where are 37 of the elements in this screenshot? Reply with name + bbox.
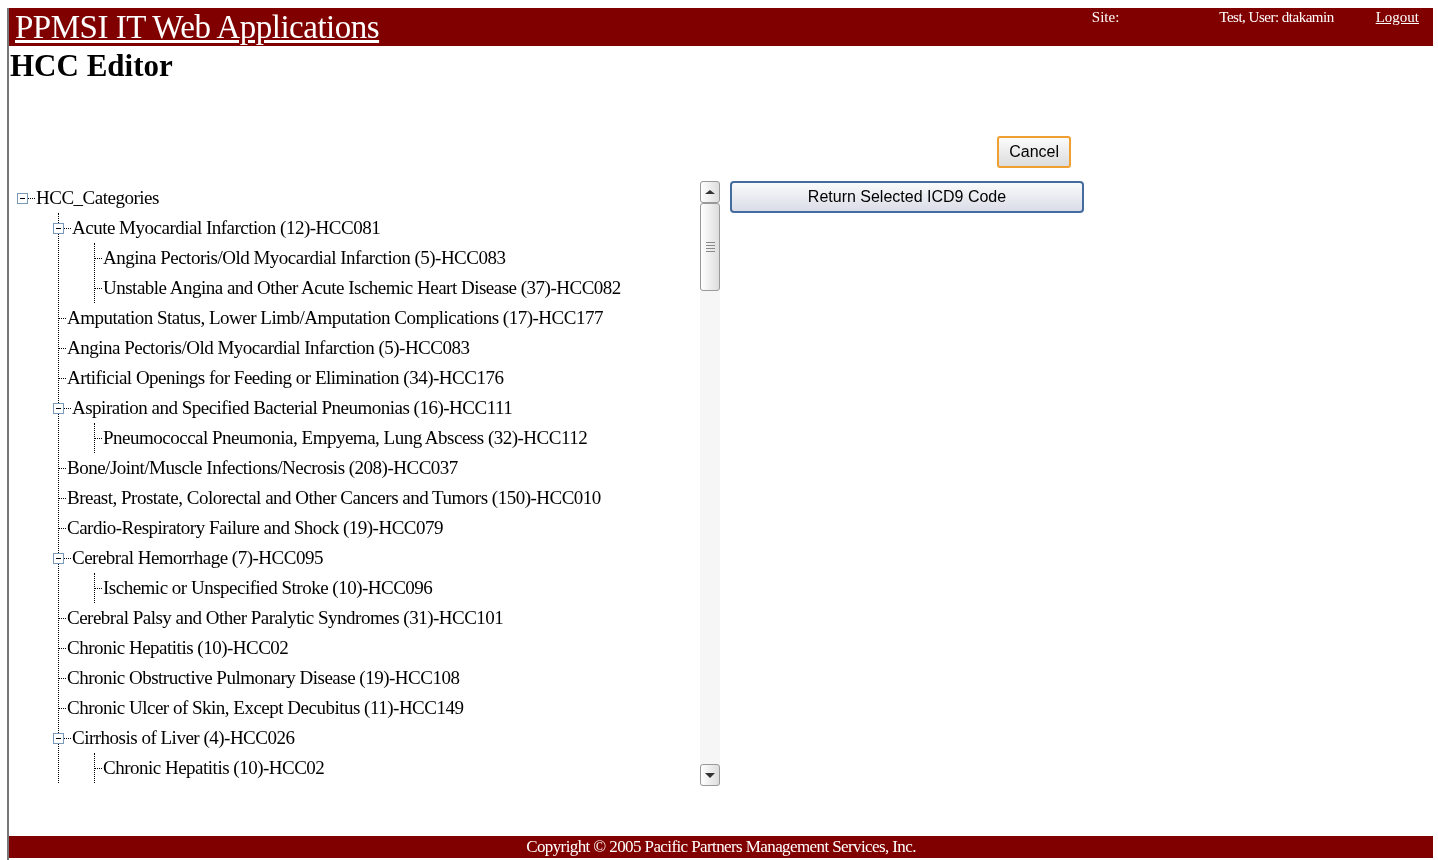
tree-item[interactable]: Chronic Ulcer of Skin, Except Decubitus (11)-HCC149 [67, 697, 464, 719]
tree-item[interactable]: Ischemic or Unspecified Stroke (10)-HCC096 [103, 577, 433, 599]
scroll-thumb[interactable] [700, 203, 720, 291]
tree-item[interactable]: Amputation Status, Lower Limb/Amputation Complications (17)-HCC177 [67, 307, 603, 329]
return-selected-button[interactable]: Return Selected ICD9 Code [730, 181, 1084, 213]
collapse-icon[interactable] [53, 402, 64, 414]
cancel-button[interactable]: Cancel [997, 136, 1071, 168]
scroll-up-icon[interactable] [700, 181, 720, 203]
collapse-icon[interactable] [53, 732, 64, 744]
tree-item[interactable]: Cirrhosis of Liver (4)-HCC026 [72, 727, 295, 749]
user-name: Test, User: dtakamin [1219, 8, 1334, 26]
tree-item[interactable]: Aspiration and Specified Bacterial Pneumonias (16)-HCC111 [72, 397, 513, 419]
tree-item[interactable]: Chronic Obstructive Pulmonary Disease (19)-HCC108 [67, 667, 460, 689]
tree-item[interactable]: Cardio-Respiratory Failure and Shock (19)-HCC079 [67, 517, 443, 539]
page-title: HCC Editor [9, 47, 174, 85]
tree-item[interactable]: HCC_Categories [36, 187, 159, 209]
collapse-icon[interactable] [17, 192, 28, 204]
tree-item[interactable]: Chronic Hepatitis (10)-HCC02 [67, 637, 289, 659]
tree-item[interactable]: Bone/Joint/Muscle Infections/Necrosis (208)-HCC037 [67, 457, 458, 479]
scroll-down-icon[interactable] [700, 764, 720, 786]
scrollbar[interactable] [700, 181, 720, 786]
site-label: Site: [1091, 8, 1120, 26]
tree-item[interactable]: Artificial Openings for Feeding or Elimination (34)-HCC176 [67, 367, 504, 389]
app-title-link[interactable]: PPMSI IT Web Applications [15, 8, 380, 46]
tree-item[interactable]: Chronic Hepatitis (10)-HCC02 [103, 757, 325, 779]
tree-item[interactable]: Angina Pectoris/Old Myocardial Infarction (5)-HCC083 [67, 337, 470, 359]
tree-item[interactable]: Cerebral Palsy and Other Paralytic Syndromes (31)-HCC101 [67, 607, 504, 629]
logout-link[interactable]: Logout [1375, 8, 1419, 26]
tree-item[interactable]: Cerebral Hemorrhage (7)-HCC095 [72, 547, 323, 569]
copyright-text: Copyright © 2005 Pacific Partners Management Services, Inc. [526, 837, 916, 857]
tree-item[interactable]: Angina Pectoris/Old Myocardial Infarction (5)-HCC083 [103, 247, 506, 269]
collapse-icon[interactable] [53, 552, 64, 564]
tree-item[interactable]: Acute Myocardial Infarction (12)-HCC081 [72, 217, 381, 239]
tree-item[interactable]: Pneumococcal Pneumonia, Empyema, Lung Abscess (32)-HCC112 [103, 427, 588, 449]
tree-item[interactable]: Unstable Angina and Other Acute Ischemic Heart Disease (37)-HCC082 [103, 277, 621, 299]
collapse-icon[interactable] [53, 222, 64, 234]
tree-item[interactable]: Breast, Prostate, Colorectal and Other Cancers and Tumors (150)-HCC010 [67, 487, 601, 509]
